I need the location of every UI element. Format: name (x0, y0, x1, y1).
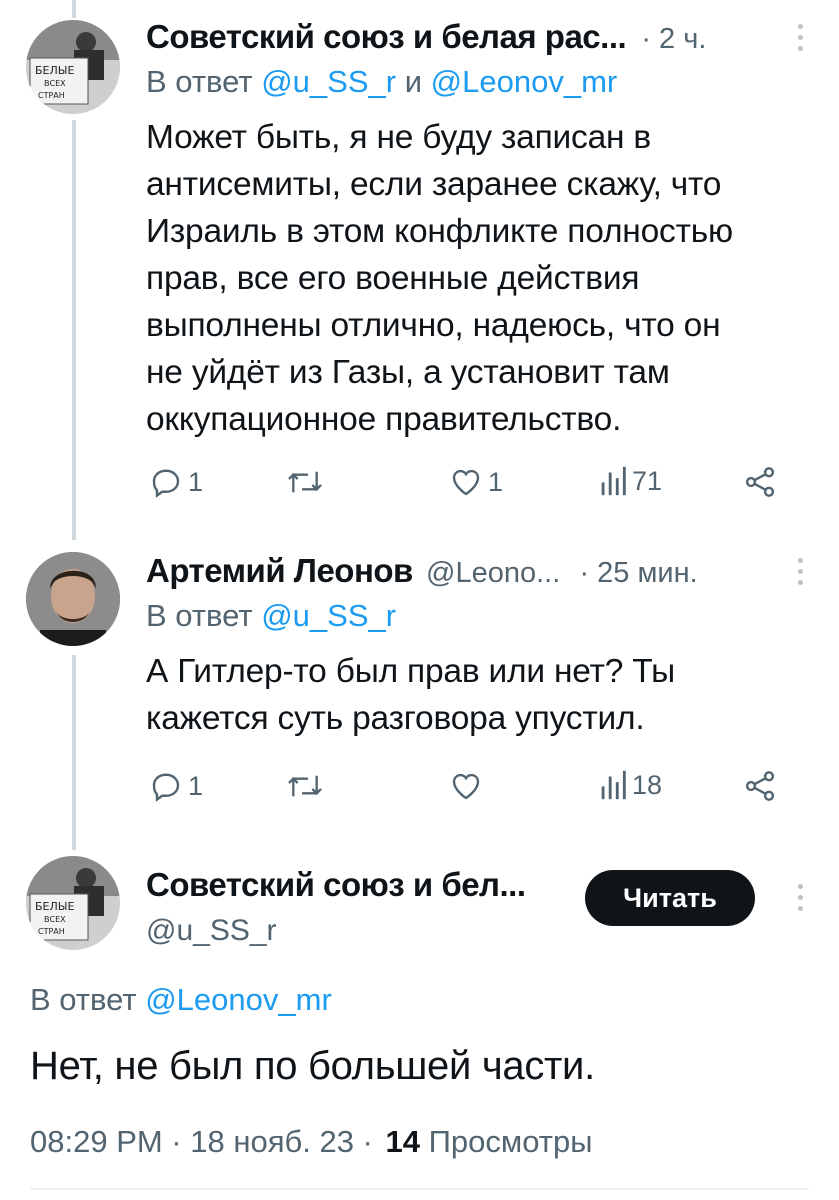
more-icon[interactable] (797, 24, 805, 57)
text-line: кажется суть разговора упустил. (146, 700, 645, 737)
more-icon[interactable] (797, 884, 805, 917)
timestamp[interactable]: 08:29 PM · 18 нояб. 23 · (30, 1124, 373, 1159)
views-count: 14 (385, 1124, 420, 1159)
tweet-text: А Гитлер-то был прав или нет? Ты кажется… (146, 648, 796, 742)
author-handle[interactable]: @u_SS_r (146, 914, 277, 947)
views-label: Просмотры (428, 1124, 593, 1159)
views-button[interactable]: 18 (598, 768, 662, 802)
reply-button[interactable]: 1 (148, 768, 203, 804)
author-name-line: Советский союз и бел... (146, 866, 526, 904)
more-icon[interactable] (797, 558, 805, 591)
retweet-icon (288, 775, 322, 797)
follow-button[interactable]: Читать (585, 870, 755, 926)
author-handle[interactable]: @Leono... (426, 557, 560, 589)
share-icon (745, 467, 775, 497)
main-tweet: БЕЛЫЕ ВСЕХ СТРАН Советский союз и бел...… (0, 850, 839, 1200)
reply-count: 1 (188, 770, 204, 801)
like-icon (452, 773, 480, 800)
tweet-header: Советский союз и белая рас... · 2 ч. (146, 18, 706, 56)
retweet-button[interactable] (286, 464, 328, 500)
action-bar: 1 1 71 (146, 464, 786, 508)
sign-text: СТРАН (38, 927, 65, 936)
avatar[interactable]: БЕЛЫЕ ВСЕХ СТРАН (26, 20, 120, 114)
views-icon (601, 466, 626, 496)
avatar-image (26, 552, 120, 646)
tweet-meta: 08:29 PM · 18 нояб. 23 · 14 Просмотры (30, 1124, 592, 1160)
main-tweet-text: Нет, не был по большей части. (30, 1044, 595, 1088)
sign-text: СТРАН (38, 91, 65, 100)
text-line: А Гитлер-то был прав или нет? Ты (146, 653, 675, 690)
avatar-image: БЕЛЫЕ ВСЕХ СТРАН (26, 856, 120, 950)
reply-handle-link[interactable]: @Leonov_mr (431, 64, 618, 99)
reply-handle-link[interactable]: @u_SS_r (261, 598, 396, 633)
avatar-image: БЕЛЫЕ ВСЕХ СТРАН (26, 20, 120, 114)
author-name[interactable]: Артемий Леонов (146, 552, 413, 589)
reply-to-line: В ответ @u_SS_r и @Leonov_mr (146, 64, 617, 100)
text-line: выполнены отлично, надеюсь, что он (146, 307, 721, 344)
reply-icon (152, 469, 180, 498)
sign-text: ВСЕХ (44, 79, 66, 88)
views-count: 71 (632, 465, 663, 496)
like-button[interactable] (448, 768, 488, 804)
tweet-1[interactable]: БЕЛЫЕ ВСЕХ СТРАН Советский союз и белая … (0, 0, 839, 540)
reply-handle-link[interactable]: @u_SS_r (261, 64, 396, 99)
author-handle-line: @u_SS_r (146, 914, 277, 948)
reply-count: 1 (188, 466, 204, 497)
reply-to-line: В ответ @Leonov_mr (30, 982, 332, 1018)
text-line: антисемиты, если заранее скажу, что (146, 166, 722, 203)
tweet-time[interactable]: · 2 ч. (641, 23, 706, 55)
text-line: Может быть, я не буду записан в (146, 119, 652, 156)
action-bar: 1 18 (146, 768, 786, 812)
reply-icon (152, 773, 180, 802)
reply-to-line: В ответ @u_SS_r (146, 598, 396, 634)
tweet-2[interactable]: Артемий Леонов @Leono... · 25 мин. В отв… (0, 540, 839, 840)
views-icon (601, 770, 626, 800)
tweet-header: Артемий Леонов @Leono... · 25 мин. (146, 552, 698, 590)
text-line: прав, все его военные действия (146, 260, 640, 297)
avatar[interactable] (26, 552, 120, 646)
retweet-button[interactable] (286, 768, 328, 804)
like-button[interactable]: 1 (448, 464, 503, 500)
reply-prefix: В ответ (146, 64, 253, 99)
author-name[interactable]: Советский союз и бел... (146, 866, 526, 903)
sign-text: БЕЛЫЕ (35, 64, 74, 77)
views-button[interactable]: 71 (598, 464, 662, 498)
share-button[interactable] (742, 464, 778, 500)
tweet-text: Может быть, я не буду записан в антисеми… (146, 114, 796, 443)
reply-join: и (404, 64, 423, 99)
views-count: 18 (632, 769, 663, 800)
author-name[interactable]: Советский союз и белая рас... (146, 18, 627, 55)
avatar[interactable]: БЕЛЫЕ ВСЕХ СТРАН (26, 856, 120, 950)
sign-text: ВСЕХ (44, 915, 66, 924)
sign-text: БЕЛЫЕ (35, 900, 74, 913)
tweet-time[interactable]: · 25 мин. (579, 557, 697, 589)
text-line: оккупационное правительство. (146, 401, 622, 438)
share-icon (745, 771, 775, 801)
reply-prefix: В ответ (30, 982, 137, 1017)
retweet-icon (288, 471, 322, 493)
reply-prefix: В ответ (146, 598, 253, 633)
text-line: не уйдёт из Газы, а установит там (146, 354, 670, 391)
divider (30, 1188, 809, 1190)
share-button[interactable] (742, 768, 778, 804)
text-line: Израиль в этом конфликте полностью (146, 213, 733, 250)
reply-button[interactable]: 1 (148, 464, 203, 500)
like-icon (452, 469, 480, 496)
like-count: 1 (488, 466, 504, 497)
reply-handle-link[interactable]: @Leonov_mr (145, 982, 332, 1017)
